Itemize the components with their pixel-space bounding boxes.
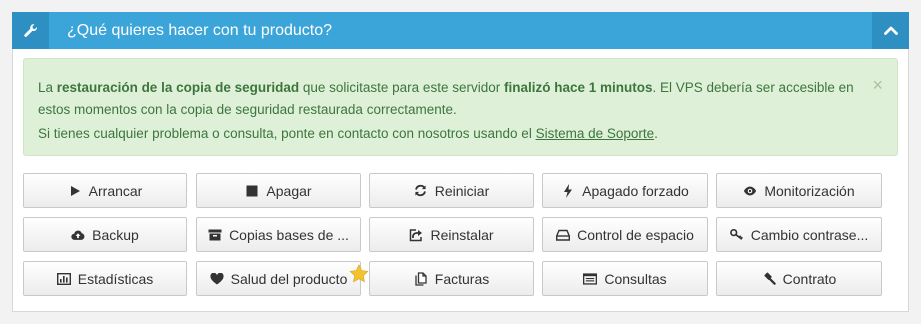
panel-title: ¿Qué quieres hacer con tu producto? bbox=[67, 21, 333, 39]
invoices-button[interactable]: Facturas bbox=[369, 261, 534, 296]
alert-message: La restauración de la copia de seguridad… bbox=[38, 80, 854, 117]
contract-button[interactable]: Contrato bbox=[716, 261, 882, 296]
alert-support-message: Si tienes cualquier problema o consulta,… bbox=[38, 126, 658, 141]
shutdown-button[interactable]: Apagar bbox=[196, 173, 361, 208]
bar-chart-icon bbox=[56, 272, 71, 286]
change-password-button[interactable]: Cambio contrase... bbox=[716, 217, 882, 252]
start-button[interactable]: Arrancar bbox=[23, 173, 187, 208]
play-icon bbox=[68, 184, 82, 198]
heart-icon bbox=[210, 272, 224, 286]
gavel-icon bbox=[762, 272, 776, 286]
product-health-button[interactable]: Salud del producto bbox=[196, 261, 361, 296]
wrench-icon bbox=[12, 12, 49, 49]
disk-space-button[interactable]: Control de espacio bbox=[542, 217, 708, 252]
cloud-upload-icon bbox=[71, 228, 85, 242]
refresh-icon bbox=[414, 184, 428, 198]
backup-button[interactable]: Backup bbox=[23, 217, 187, 252]
actions-panel: ¿Qué quieres hacer con tu producto? La r… bbox=[12, 12, 909, 312]
stop-icon bbox=[245, 184, 259, 198]
eye-icon bbox=[743, 184, 757, 198]
list-icon bbox=[583, 272, 598, 286]
chevron-up-icon bbox=[883, 22, 898, 40]
key-icon bbox=[729, 228, 744, 242]
panel-header: ¿Qué quieres hacer con tu producto? bbox=[12, 12, 909, 49]
copy-icon bbox=[414, 271, 428, 286]
hdd-icon bbox=[556, 228, 571, 242]
restart-button[interactable]: Reiniciar bbox=[369, 173, 534, 208]
database-copies-button[interactable]: Copias bases de ... bbox=[196, 217, 361, 252]
success-alert: La restauración de la copia de seguridad… bbox=[23, 58, 898, 156]
share-icon bbox=[409, 228, 423, 242]
support-link[interactable]: Sistema de Soporte bbox=[536, 126, 655, 141]
star-icon[interactable] bbox=[349, 264, 369, 288]
inquiries-button[interactable]: Consultas bbox=[542, 261, 708, 296]
close-icon[interactable]: × bbox=[872, 76, 883, 94]
forced-shutdown-button[interactable]: Apagado forzado bbox=[542, 173, 708, 208]
monitoring-button[interactable]: Monitorización bbox=[716, 173, 882, 208]
archive-icon bbox=[208, 228, 222, 242]
collapse-toggle[interactable] bbox=[872, 12, 909, 49]
reinstall-button[interactable]: Reinstalar bbox=[369, 217, 534, 252]
bolt-icon bbox=[561, 183, 575, 198]
statistics-button[interactable]: Estadísticas bbox=[23, 261, 187, 296]
